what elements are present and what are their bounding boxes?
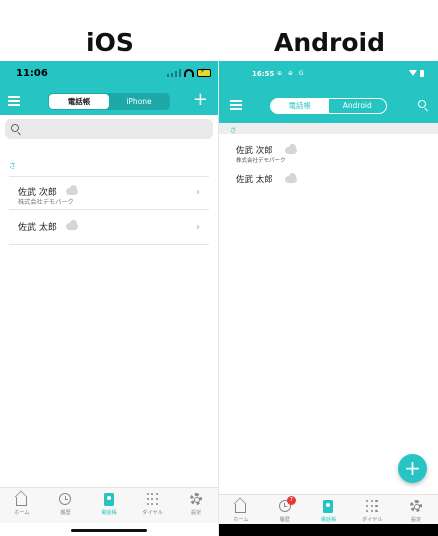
contact-name: 佐武 太郎 — [18, 223, 57, 233]
history-icon — [59, 493, 72, 505]
tab-phonebook[interactable]: 電話帳 — [87, 488, 131, 523]
tab-settings[interactable]: 設定 — [174, 488, 218, 523]
contact-name: 佐武 太郎 — [236, 175, 273, 185]
wifi-icon — [409, 70, 417, 76]
tab-phonebook[interactable]: 電話帳 — [307, 495, 351, 524]
battery-icon — [197, 67, 211, 77]
tab-label: 電話帳 — [101, 510, 117, 516]
contact-row[interactable]: 佐武 次郎 株式会社デモパーク › — [9, 176, 209, 210]
source-segmented-control: 電話帳 iPhone — [48, 93, 170, 110]
signal-icon — [167, 69, 181, 77]
ios-nav-bar: 電話帳 iPhone + — [0, 87, 218, 115]
tab-label: ダイヤル — [361, 517, 383, 523]
cloud-icon — [283, 173, 299, 183]
tab-dialpad[interactable]: ダイヤル — [131, 488, 175, 523]
home-icon — [235, 503, 247, 513]
system-navigation-bar — [219, 524, 438, 536]
settings-icon — [410, 500, 423, 512]
contact-name: 佐武 次郎 — [236, 146, 273, 156]
tab-label: ホーム — [14, 510, 30, 516]
cloud-icon — [64, 220, 80, 230]
dialpad-icon — [366, 500, 378, 512]
tab-label: ダイヤル — [142, 510, 163, 516]
menu-icon[interactable] — [230, 100, 242, 110]
contact-row[interactable]: 佐武 次郎 株式会社デモパーク — [219, 138, 438, 166]
android-bottom-nav: ホーム 7 履歴 電話帳 ダイヤル 設定 — [219, 494, 438, 524]
section-index-header: さ — [219, 123, 438, 134]
android-heading: Android — [274, 28, 386, 57]
status-indicators — [409, 70, 424, 77]
ios-heading: iOS — [86, 28, 134, 57]
chevron-right-icon: › — [196, 187, 200, 198]
contact-company: 株式会社デモパーク — [236, 158, 286, 164]
menu-icon[interactable] — [8, 96, 20, 106]
tab-history[interactable]: 7 履歴 — [263, 495, 307, 524]
cloud-icon — [64, 185, 80, 195]
tab-label: 履歴 — [279, 517, 290, 523]
tab-home[interactable]: ホーム — [219, 495, 263, 524]
cloud-icon — [283, 144, 299, 154]
add-contact-fab[interactable]: + — [398, 454, 427, 483]
search-icon — [11, 124, 19, 132]
dialpad-icon — [146, 493, 159, 505]
segment-android[interactable]: Android — [329, 99, 387, 113]
home-icon — [16, 496, 28, 506]
tab-label: ホーム — [233, 517, 249, 523]
history-badge: 7 — [286, 496, 296, 505]
status-indicators — [167, 67, 211, 77]
contact-row[interactable]: 佐武 太郎 — [219, 167, 438, 195]
search-icon[interactable] — [418, 100, 426, 108]
tab-label: 設定 — [410, 517, 422, 523]
tab-dialpad[interactable]: ダイヤル — [350, 495, 394, 524]
status-time: 16:55 — [252, 70, 275, 78]
phonebook-icon — [323, 499, 334, 513]
tab-label: 設定 — [190, 510, 202, 516]
battery-icon — [420, 70, 424, 77]
home-indicator[interactable] — [71, 529, 147, 532]
tab-label: 履歴 — [60, 510, 71, 516]
tab-home[interactable]: ホーム — [0, 488, 44, 523]
android-status-bar: 16:55 ⊕ ⊕ G — [219, 61, 438, 87]
tab-settings[interactable]: 設定 — [394, 495, 438, 524]
segment-phonebook[interactable]: 電話帳 — [49, 94, 109, 109]
ios-screen: 11:06 電話帳 iPhone + さ 佐武 次郎 株式会社デモパーク › — [0, 61, 219, 536]
comparison-canvas: iOS Android 11:06 電話帳 iPhone + さ 佐武 次郎 — [0, 0, 438, 536]
ios-status-bar: 11:06 — [0, 61, 218, 87]
wifi-icon — [184, 69, 194, 77]
android-screen: 16:55 ⊕ ⊕ G 電話帳 Android さ 佐武 次郎 株式会社デモパー… — [219, 61, 438, 536]
contact-company: 株式会社デモパーク — [18, 199, 74, 206]
ios-tab-bar: ホーム 履歴 電話帳 ダイヤル 設定 — [0, 487, 218, 523]
status-time: 11:06 — [16, 68, 48, 79]
chevron-right-icon: › — [196, 222, 200, 233]
search-input[interactable] — [5, 119, 213, 139]
add-contact-button[interactable]: + — [193, 90, 208, 110]
tab-label: 電話帳 — [320, 517, 337, 523]
segment-iphone[interactable]: iPhone — [109, 94, 169, 109]
contact-row[interactable]: 佐武 太郎 › — [9, 211, 209, 245]
section-index-label: さ — [230, 126, 237, 134]
android-app-bar: 電話帳 Android — [219, 87, 438, 123]
section-index-label: さ — [9, 162, 16, 170]
segment-phonebook[interactable]: 電話帳 — [271, 99, 329, 113]
notification-icons: ⊕ ⊕ G — [277, 70, 306, 77]
settings-icon — [190, 493, 203, 505]
source-segmented-control: 電話帳 Android — [270, 98, 387, 114]
tab-history[interactable]: 履歴 — [44, 488, 88, 523]
phonebook-icon — [103, 492, 114, 506]
